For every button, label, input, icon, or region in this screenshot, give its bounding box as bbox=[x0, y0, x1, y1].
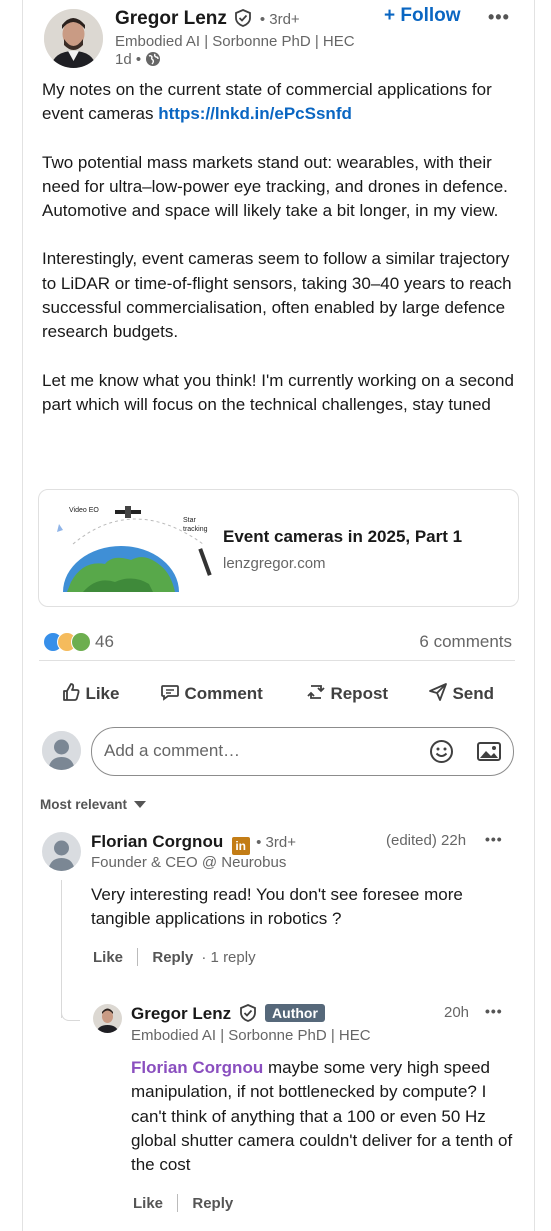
globe-icon bbox=[145, 51, 161, 71]
thumb-label-video-eo: Video EO bbox=[69, 507, 99, 514]
post-text: My notes on the current state of commerc… bbox=[42, 78, 522, 417]
comment-input-placeholder: Add a comment… bbox=[104, 741, 241, 760]
connection-degree: • 3rd+ bbox=[259, 11, 300, 28]
send-button[interactable]: Send bbox=[428, 682, 494, 707]
separator bbox=[137, 948, 139, 966]
author-headline: Embodied AI | Sorbonne PhD | HEC bbox=[115, 33, 355, 50]
reply-text: Florian Corgnou maybe some very high spe… bbox=[131, 1056, 523, 1177]
mention-link[interactable]: Florian Corgnou bbox=[131, 1058, 263, 1077]
reply-author-headline: Embodied AI | Sorbonne PhD | HEC bbox=[131, 1027, 371, 1044]
separator bbox=[177, 1194, 179, 1212]
repost-button[interactable]: Repost bbox=[306, 682, 388, 707]
repost-label: Repost bbox=[330, 684, 389, 703]
comment-button[interactable]: Comment bbox=[160, 682, 263, 707]
comment-meta: (edited) 22h bbox=[386, 832, 467, 849]
post-time: 1d • bbox=[115, 51, 142, 68]
repost-icon bbox=[306, 682, 326, 707]
post-link[interactable]: https://lnkd.in/ePcSsnfd bbox=[158, 104, 352, 123]
comment-label: Comment bbox=[184, 684, 263, 703]
sort-label: Most relevant bbox=[40, 797, 128, 812]
reply-author-name[interactable]: Gregor Lenz bbox=[131, 1004, 231, 1023]
thumb-label-tracking: tracking bbox=[183, 526, 208, 533]
image-icon[interactable] bbox=[477, 740, 503, 768]
link-preview-title: Event cameras in 2025, Part 1 bbox=[223, 527, 463, 546]
thumbs-up-icon bbox=[61, 682, 81, 707]
verified-shield-icon bbox=[239, 1004, 257, 1027]
thumb-label-star: Star bbox=[183, 517, 196, 524]
like-button[interactable]: Like bbox=[61, 682, 119, 707]
emoji-icon[interactable] bbox=[429, 739, 454, 769]
post-paragraph-4: Let me know what you think! I'm currentl… bbox=[42, 370, 514, 414]
comments-count[interactable]: 6 comments bbox=[419, 632, 512, 652]
current-user-avatar bbox=[42, 731, 81, 770]
post-more-button[interactable]: ••• bbox=[488, 7, 510, 28]
link-preview-domain: lenzgregor.com bbox=[223, 555, 326, 572]
comment-input[interactable]: Add a comment… bbox=[91, 727, 514, 776]
author-badge: Author bbox=[265, 1004, 325, 1022]
sort-dropdown[interactable]: Most relevant bbox=[40, 796, 147, 814]
commenter-headline: Founder & CEO @ Neurobus bbox=[91, 854, 287, 871]
reply-time: 20h bbox=[444, 1004, 470, 1021]
support-reaction-icon bbox=[71, 632, 91, 652]
link-preview-card[interactable]: Video EO Star tracking Event cameras in … bbox=[38, 489, 519, 607]
follow-button[interactable]: + Follow bbox=[384, 5, 461, 27]
verified-shield-icon bbox=[234, 9, 252, 32]
send-icon bbox=[428, 682, 448, 707]
reply-like-button[interactable]: Like bbox=[133, 1195, 163, 1212]
reply-author-avatar[interactable] bbox=[93, 1004, 122, 1033]
commenter-avatar[interactable] bbox=[42, 832, 81, 871]
thread-line bbox=[61, 880, 62, 1018]
reply-more-button[interactable]: ••• bbox=[485, 1003, 503, 1019]
comment-more-button[interactable]: ••• bbox=[485, 831, 503, 847]
reply-count[interactable]: · 1 reply bbox=[201, 949, 255, 966]
commenter-degree: • 3rd+ bbox=[256, 834, 296, 851]
link-preview-thumbnail: Video EO Star tracking bbox=[53, 504, 213, 592]
author-name[interactable]: Gregor Lenz bbox=[115, 8, 227, 29]
comment-icon bbox=[160, 682, 180, 707]
comment-text: Very interesting read! You don't see for… bbox=[91, 885, 463, 929]
author-avatar[interactable] bbox=[44, 9, 103, 68]
linkedin-premium-icon: in bbox=[231, 837, 250, 855]
feed-post-card: Gregor Lenz • 3rd+ Embodied AI | Sorbonn… bbox=[22, 0, 535, 1231]
like-label: Like bbox=[85, 684, 120, 703]
thread-line-hook bbox=[61, 1006, 80, 1021]
post-paragraph-3: Interestingly, event cameras seem to fol… bbox=[42, 249, 512, 342]
reply-reply-button[interactable]: Reply bbox=[192, 1195, 233, 1212]
comment-like-button[interactable]: Like bbox=[93, 949, 123, 966]
send-label: Send bbox=[452, 684, 495, 703]
reactions-count: 46 bbox=[95, 632, 114, 651]
divider bbox=[39, 660, 515, 661]
commenter-name[interactable]: Florian Corgnou bbox=[91, 832, 223, 851]
post-paragraph-2: Two potential mass markets stand out: we… bbox=[42, 152, 508, 221]
comment-reply-button[interactable]: Reply bbox=[152, 949, 193, 966]
caret-down-icon bbox=[134, 801, 147, 808]
